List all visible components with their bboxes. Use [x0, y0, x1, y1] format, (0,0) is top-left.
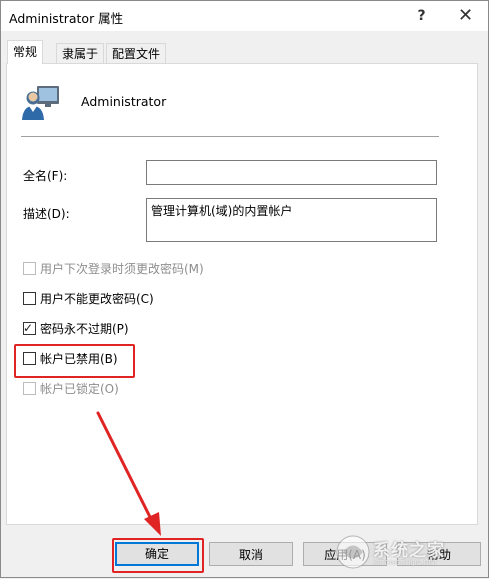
- watermark-text: 系统之家: [373, 541, 445, 561]
- properties-dialog: Administrator 属性 ? ✕ 常规 隶属于 配置文件 Adminis…: [0, 0, 489, 578]
- checkbox-label: 用户下次登录时须更改密码(M): [40, 261, 204, 276]
- general-panel: Administrator 全名(F): 描述(D): 管理计算机(域)的内置帐…: [6, 63, 478, 525]
- checkbox-password-never-expires[interactable]: ✓ 密码永不过期(P): [23, 320, 129, 336]
- checkbox-box: [23, 261, 36, 275]
- tab-member-of[interactable]: 隶属于: [56, 43, 105, 64]
- separator: [21, 136, 439, 137]
- watermark-subtext: XITONGZHIJIA.NET: [373, 559, 438, 567]
- checkbox-box[interactable]: ✓: [23, 320, 36, 335]
- tab-profile[interactable]: 配置文件: [106, 43, 167, 64]
- ok-button[interactable]: 确定: [115, 542, 199, 566]
- window-title: Administrator 属性: [9, 11, 124, 26]
- highlight-box: [14, 344, 135, 378]
- checkbox-box: [23, 381, 36, 395]
- description-input[interactable]: 管理计算机(域)的内置帐户: [146, 198, 437, 242]
- checkbox-must-change-password: 用户下次登录时须更改密码(M): [23, 260, 204, 276]
- checkbox-label[interactable]: 用户不能更改密码(C): [40, 290, 154, 307]
- checkbox-label[interactable]: 密码永不过期(P): [40, 320, 129, 337]
- title-bar: Administrator 属性 ? ✕: [1, 1, 488, 31]
- user-name: Administrator: [81, 94, 167, 109]
- checkbox-cannot-change-password[interactable]: 用户不能更改密码(C): [23, 290, 154, 306]
- full-name-label: 全名(F):: [23, 169, 68, 183]
- cancel-button[interactable]: 取消: [209, 542, 293, 566]
- close-icon[interactable]: ✕: [443, 1, 488, 31]
- checkbox-box[interactable]: [23, 291, 36, 305]
- checkbox-account-locked: 帐户已锁定(O): [23, 380, 119, 396]
- user-avatar-icon: [22, 86, 59, 120]
- check-mark-icon: ✓: [23, 320, 34, 335]
- tab-general[interactable]: 常规: [7, 40, 44, 64]
- description-label: 描述(D):: [23, 207, 70, 221]
- help-icon[interactable]: ?: [399, 1, 444, 31]
- checkbox-label: 帐户已锁定(O): [40, 381, 119, 396]
- full-name-input[interactable]: [146, 160, 437, 185]
